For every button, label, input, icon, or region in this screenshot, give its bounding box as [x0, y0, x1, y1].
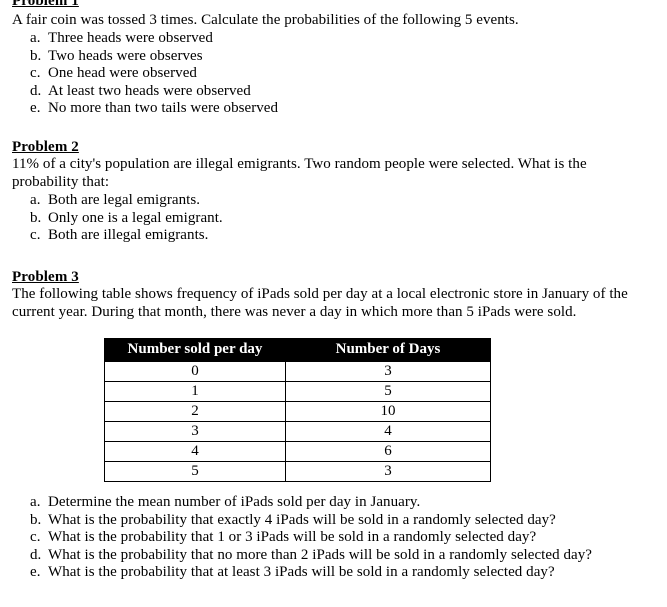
list-item-text: At least two heads were observed: [48, 82, 251, 99]
list-item-text: Three heads were observed: [48, 30, 213, 46]
list-marker: c.: [30, 65, 41, 81]
list-item: a. Three heads were observed: [0, 30, 640, 48]
problem-2-heading: Problem 2: [12, 139, 79, 155]
table-cell-days: 6: [285, 441, 491, 462]
problem-3-intro: The following table shows frequency of i…: [12, 286, 628, 320]
table-row: 0 3: [104, 361, 491, 382]
frequency-table: Number sold per day Number of Days 0 3 1…: [104, 338, 491, 482]
table-row: 5 3: [104, 461, 491, 482]
list-item: d. At least two heads were observed: [0, 83, 640, 101]
problem-1-intro: A fair coin was tossed 3 times. Calculat…: [12, 12, 519, 28]
table-header-row: Number sold per day Number of Days: [104, 338, 491, 362]
list-marker: a.: [30, 192, 41, 208]
list-item-text: Two heads were observes: [48, 47, 203, 64]
list-item-text: Determine the mean number of iPads sold …: [48, 494, 421, 510]
list-item-text: What is the probability that exactly 4 i…: [48, 511, 556, 528]
table-row: 3 4: [104, 421, 491, 442]
list-marker: d.: [30, 82, 42, 99]
list-item-text: What is the probability that at least 3 …: [48, 564, 555, 580]
list-item: d. What is the probability that no more …: [0, 547, 655, 565]
table-cell-days: 4: [285, 421, 491, 442]
list-marker: b.: [30, 47, 42, 64]
list-item-text: What is the probability that 1 or 3 iPad…: [48, 529, 537, 545]
list-marker: a.: [30, 494, 41, 510]
list-item: a. Determine the mean number of iPads so…: [0, 494, 655, 512]
problem-1-heading: Problem 1: [12, 0, 79, 9]
document-page: Problem 1 A fair coin was tossed 3 times…: [0, 0, 667, 607]
table-header-cell: Number sold per day: [104, 338, 286, 362]
problem-2-intro: 11% of a city's population are illegal e…: [12, 156, 587, 190]
list-marker: c.: [30, 529, 41, 545]
list-item-text: What is the probability that no more tha…: [48, 546, 592, 563]
list-item: b. Only one is a legal emigrant.: [0, 210, 640, 228]
problem-1-list: a. Three heads were observed b. Two head…: [0, 30, 640, 118]
table-cell-sold: 1: [104, 381, 286, 402]
problem-3-heading: Problem 3: [12, 269, 79, 285]
list-marker: e.: [30, 100, 41, 116]
table-cell-sold: 0: [104, 361, 286, 382]
list-item-text: Only one is a legal emigrant.: [48, 209, 223, 226]
list-item-text: Both are legal emigrants.: [48, 192, 201, 208]
list-item: c. What is the probability that 1 or 3 i…: [0, 529, 655, 547]
list-marker: e.: [30, 564, 41, 580]
frequency-table-container: Number sold per day Number of Days 0 3 1…: [104, 338, 491, 482]
list-marker: d.: [30, 546, 42, 563]
table-cell-days: 3: [285, 461, 491, 482]
table-cell-sold: 2: [104, 401, 286, 422]
list-item-text: One head were observed: [48, 65, 197, 81]
table-row: 4 6: [104, 441, 491, 462]
table-row: 2 10: [104, 401, 491, 422]
table-cell-sold: 3: [104, 421, 286, 442]
table-cell-days: 3: [285, 361, 491, 382]
table-cell-sold: 4: [104, 441, 286, 462]
table-cell-days: 10: [285, 401, 491, 422]
problem-1-heading-clipped: Problem 1: [12, 0, 79, 10]
table-row: 1 5: [104, 381, 491, 402]
list-item: e. No more than two tails were observed: [0, 100, 640, 118]
problem-3-list: a. Determine the mean number of iPads so…: [0, 494, 655, 582]
problem-2-list: a. Both are legal emigrants. b. Only one…: [0, 192, 640, 245]
list-item: e. What is the probability that at least…: [0, 564, 655, 582]
list-item-text: Both are illegal emigrants.: [48, 227, 209, 243]
table-cell-days: 5: [285, 381, 491, 402]
list-item: c. Both are illegal emigrants.: [0, 227, 640, 245]
list-item: b. Two heads were observes: [0, 48, 640, 66]
list-marker: a.: [30, 30, 41, 46]
list-item-text: No more than two tails were observed: [48, 100, 279, 116]
list-item: a. Both are legal emigrants.: [0, 192, 640, 210]
list-marker: b.: [30, 209, 42, 226]
table-cell-sold: 5: [104, 461, 286, 482]
table-header-cell: Number of Days: [285, 338, 491, 362]
list-item: c. One head were observed: [0, 65, 640, 83]
list-marker: c.: [30, 227, 41, 243]
list-item: b. What is the probability that exactly …: [0, 512, 655, 530]
list-marker: b.: [30, 511, 42, 528]
